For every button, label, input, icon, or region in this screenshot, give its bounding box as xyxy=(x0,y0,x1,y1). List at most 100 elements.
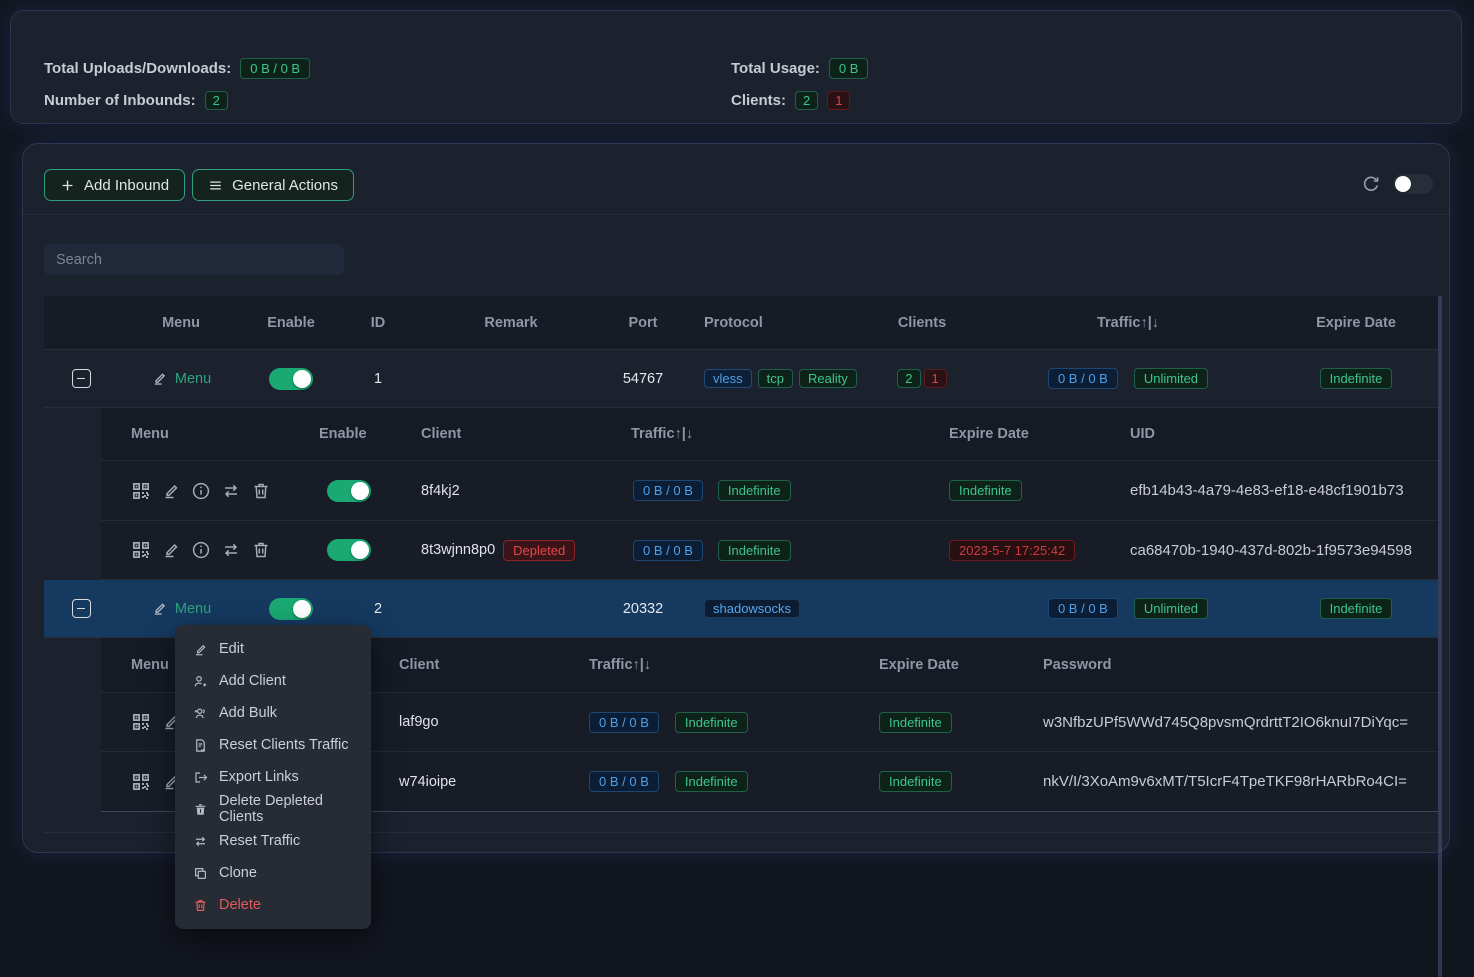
security-tag: Reality xyxy=(799,369,857,388)
client-enable-toggle[interactable] xyxy=(327,480,371,502)
collapse-row-button[interactable] xyxy=(72,369,91,388)
context-menu-item-delete-depleted-clients[interactable]: Delete Depleted Clients xyxy=(175,793,371,825)
inbound-protocol-tags: vless tcp Reality xyxy=(682,369,862,388)
transport-tag: tcp xyxy=(758,369,793,388)
traffic-badge: 0 B / 0 B xyxy=(1048,368,1118,389)
client-expire: Indefinite xyxy=(851,712,1021,733)
scrollbar[interactable] xyxy=(1438,296,1442,977)
context-menu-item-clone[interactable]: Clone xyxy=(175,857,371,889)
context-menu-item-export-links[interactable]: Export Links xyxy=(175,761,371,793)
qr-code-icon[interactable] xyxy=(131,712,151,732)
inbound-enable-toggle[interactable] xyxy=(269,598,313,620)
copy-icon xyxy=(193,866,208,881)
header-menu: Menu xyxy=(118,315,244,331)
minus-icon xyxy=(77,608,85,610)
expire-badge: Indefinite xyxy=(879,771,952,792)
qr-code-icon[interactable] xyxy=(131,540,151,560)
clients-depleted-count: 1 xyxy=(827,91,850,110)
traffic-limit-badge: Indefinite xyxy=(718,540,791,561)
context-menu-item-reset-clients-traffic[interactable]: Reset Clients Traffic xyxy=(175,729,371,761)
context-menu-item-edit[interactable]: Edit xyxy=(175,633,371,665)
header-traffic-sorter[interactable]: Traffic↑|↓ xyxy=(561,657,851,673)
client-actions xyxy=(101,481,301,501)
swap-icon xyxy=(193,834,208,849)
total-usage-value: 0 B xyxy=(829,58,869,79)
header-id: ID xyxy=(338,315,418,331)
client-traffic: 0 B / 0 B Indefinite xyxy=(561,771,851,792)
inbound-port: 20332 xyxy=(604,601,682,617)
delete-icon xyxy=(193,898,208,913)
search-input[interactable] xyxy=(44,244,344,275)
expire-badge: Indefinite xyxy=(1320,598,1393,619)
delete-filled-icon xyxy=(193,802,208,817)
reload-icon[interactable] xyxy=(1361,174,1381,194)
stat-total-uploads-downloads: Total Uploads/Downloads: 0 B / 0 B xyxy=(44,55,310,81)
dark-mode-toggle[interactable] xyxy=(1393,174,1433,194)
reset-traffic-icon[interactable] xyxy=(221,540,241,560)
client-expire: Indefinite xyxy=(851,771,1021,792)
traffic-limit-badge: Unlimited xyxy=(1134,368,1208,389)
edit-icon[interactable] xyxy=(161,540,181,560)
client-name: 8t3wjnn8p0 xyxy=(421,542,495,558)
add-inbound-button[interactable]: Add Inbound xyxy=(44,169,185,201)
general-actions-button[interactable]: General Actions xyxy=(192,169,354,201)
number-of-inbounds-value: 2 xyxy=(205,91,228,110)
edit-icon xyxy=(193,642,208,657)
header-traffic-sorter[interactable]: Traffic↑|↓ xyxy=(982,315,1274,331)
inbound-menu-button[interactable]: Menu xyxy=(151,600,211,617)
stat-label: Clients: xyxy=(731,92,786,109)
stat-label: Total Uploads/Downloads: xyxy=(44,60,231,77)
context-menu-item-delete[interactable]: Delete xyxy=(175,889,371,921)
total-uploads-downloads-value: 0 B / 0 B xyxy=(240,58,310,79)
protocol-tag: vless xyxy=(704,369,752,388)
qr-code-icon[interactable] xyxy=(131,772,151,792)
usergroup-add-icon xyxy=(193,706,208,721)
stat-label: Number of Inbounds: xyxy=(44,92,196,109)
protocol-tag: shadowsocks xyxy=(704,599,800,618)
collapse-row-button[interactable] xyxy=(72,599,91,618)
qr-code-icon[interactable] xyxy=(131,481,151,501)
client-expire: 2023-5-7 17:25:42 xyxy=(871,540,1096,561)
info-icon[interactable] xyxy=(191,540,211,560)
inbound-expire: Indefinite xyxy=(1274,598,1438,619)
edit-pencil-icon xyxy=(151,370,168,387)
minus-icon xyxy=(77,378,85,380)
client-enable-toggle[interactable] xyxy=(327,539,371,561)
traffic-limit-badge: Indefinite xyxy=(675,771,748,792)
client-row: 8f4kj2 0 B / 0 B Indefinite Indefinite e… xyxy=(101,461,1438,521)
inbound-menu-button[interactable]: Menu xyxy=(151,370,211,387)
client-password: w3NfbzUPf5WWd745Q8pvsmQrdrttT2IO6knuI7Di… xyxy=(1021,714,1438,731)
inbounds-table-header: Menu Enable ID Remark Port Protocol Clie… xyxy=(44,296,1438,350)
toolbar: Add Inbound General Actions xyxy=(44,169,354,201)
client-name-cell: 8t3wjnn8p0 Depleted xyxy=(396,540,581,561)
inbound-context-menu: Edit Add Client Add Bulk Reset Clients T… xyxy=(175,625,371,929)
traffic-limit-badge: Indefinite xyxy=(718,480,791,501)
context-menu-item-add-bulk[interactable]: Add Bulk xyxy=(175,697,371,729)
traffic-badge: 0 B / 0 B xyxy=(633,480,703,501)
header-traffic-sorter[interactable]: Traffic↑|↓ xyxy=(581,426,871,442)
expire-badge: Indefinite xyxy=(1320,368,1393,389)
inbound-enable-toggle[interactable] xyxy=(269,368,313,390)
delete-icon[interactable] xyxy=(251,481,271,501)
context-menu-item-reset-traffic[interactable]: Reset Traffic xyxy=(175,825,371,857)
delete-icon[interactable] xyxy=(251,540,271,560)
client-traffic: 0 B / 0 B Indefinite xyxy=(581,540,871,561)
info-icon[interactable] xyxy=(191,481,211,501)
clients-depleted-badge: 1 xyxy=(924,369,947,388)
user-add-icon xyxy=(193,674,208,689)
edit-pencil-icon xyxy=(151,600,168,617)
context-menu-item-add-client[interactable]: Add Client xyxy=(175,665,371,697)
inbound-clients-badges: 2 1 xyxy=(862,369,982,388)
stat-label: Total Usage: xyxy=(731,60,820,77)
client-traffic: 0 B / 0 B Indefinite xyxy=(581,480,871,501)
header-uid: UID xyxy=(1096,426,1438,442)
edit-icon[interactable] xyxy=(161,481,181,501)
clients-subtable-1: Menu Enable Client Traffic↑|↓ Expire Dat… xyxy=(101,408,1438,580)
inbound-expire: Indefinite xyxy=(1274,368,1438,389)
stat-clients: Clients: 2 1 xyxy=(731,87,850,113)
reset-traffic-icon[interactable] xyxy=(221,481,241,501)
expire-badge: Indefinite xyxy=(949,480,1022,501)
stat-total-usage: Total Usage: 0 B xyxy=(731,55,868,81)
header-expire-date: Expire Date xyxy=(851,657,1021,673)
header-client: Client xyxy=(371,657,561,673)
